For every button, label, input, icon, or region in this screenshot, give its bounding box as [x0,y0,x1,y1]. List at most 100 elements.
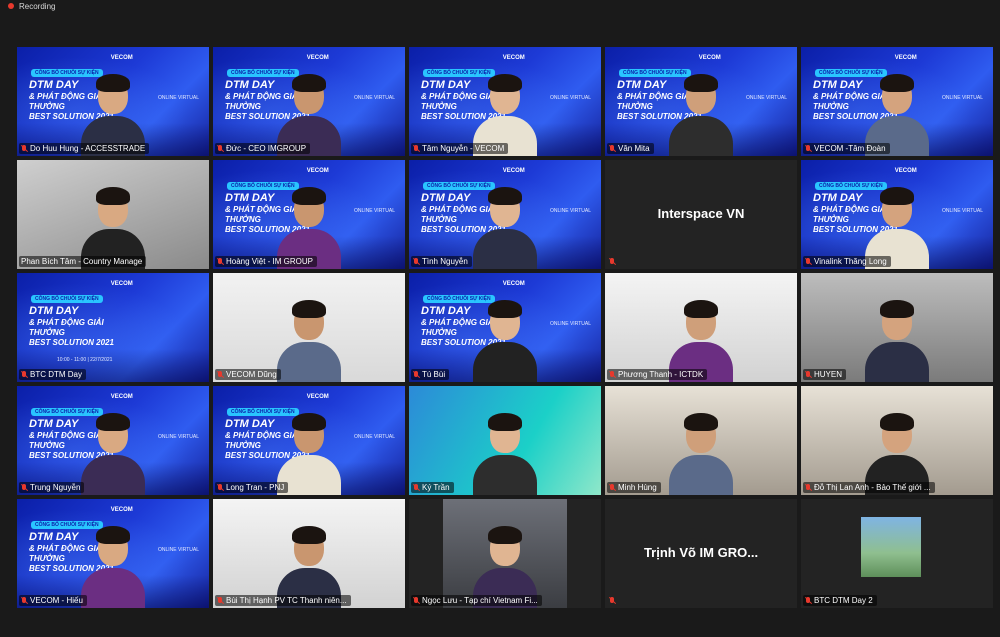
participant-name: BTC DTM Day 2 [814,596,873,605]
participant-figure [669,411,733,495]
banner-time: 10:00 - 11:00 | 22/7/2021 [57,357,113,363]
participant-name: Do Huu Hung - ACCESSTRADE [30,144,146,153]
participant-tile[interactable]: VECOM CÔNG BỐ CHUỖI SỰ KIỆN DTM DAY & PHÁT … [409,273,601,382]
muted-mic-icon [805,257,811,266]
recording-label: Recording [19,1,56,11]
muted-mic-icon [805,596,811,605]
banner-logo: VECOM [110,55,133,61]
banner-logo: VECOM [306,55,329,61]
banner-logo: VECOM [502,281,525,287]
participant-name: Bùi Thị Hạnh PV TC Thanh niên... [226,596,347,605]
muted-mic-icon [21,596,27,605]
muted-mic-icon [413,257,419,266]
muted-mic-icon [413,144,419,153]
participant-tile[interactable]: HUYEN [801,273,993,382]
participant-tile[interactable]: Interspace VN [605,160,797,269]
participant-figure [669,72,733,156]
muted-mic-icon [805,483,811,492]
recording-indicator: Recording [8,0,55,12]
banner-title-line2: & PHÁT ĐỘNG GIẢI THƯỞNG [29,318,104,337]
participant-name-tag: Trung Nguyễn [19,482,85,493]
muted-mic-icon [609,596,615,605]
muted-mic-icon [609,144,615,153]
participant-tile[interactable]: VECOM CÔNG BỐ CHUỖI SỰ KIỆN DTM DAY & PHÁT … [213,386,405,495]
participant-name-tag: Ngọc Lưu - Tạp chí Vietnam Fi... [411,595,542,606]
participant-tile[interactable]: VECOM CÔNG BỐ CHUỖI SỰ KIỆN DTM DAY & PHÁT … [801,160,993,269]
muted-mic-icon [217,370,223,379]
muted-mic-icon [413,483,419,492]
participant-tile[interactable]: VECOM Dũng [213,273,405,382]
participant-name: Trung Nguyễn [30,483,81,492]
muted-mic-icon [21,483,27,492]
participant-name: Phương Thanh - ICTDK [618,370,704,379]
participant-tile[interactable]: VECOM CÔNG BỐ CHUỖI SỰ KIỆN DTM DAY & PHÁT … [17,499,209,608]
banner-logo: VECOM [306,394,329,400]
banner-side-text: ONLINE VIRTUAL [353,95,395,101]
muted-mic-icon [217,596,223,605]
video-grid: VECOM CÔNG BỐ CHUỖI SỰ KIỆN DTM DAY & PHÁT … [17,47,993,608]
participant-name: Minh Hùng [618,483,657,492]
participant-tile[interactable]: VECOM CÔNG BỐ CHUỖI SỰ KIỆN DTM DAY & PHÁT … [213,47,405,156]
participant-tile[interactable]: Ký Trần [409,386,601,495]
participant-tile[interactable]: Phan Bích Tâm - Country Manage [17,160,209,269]
participant-name-tag: Minh Hùng [607,482,661,493]
participant-name: Vân Mita [618,144,650,153]
muted-mic-icon [217,257,223,266]
participant-tile[interactable]: VECOM CÔNG BỐ CHUỖI SỰ KIỆN DTM DAY & PHÁT … [409,47,601,156]
participant-tile[interactable]: VECOM CÔNG BỐ CHUỖI SỰ KIỆN DTM DAY & PHÁT … [605,47,797,156]
participant-name: Tâm Nguyễn - VECOM [422,144,505,153]
participant-name: BTC DTM Day [30,370,82,379]
participant-name: Đỗ Thị Lan Anh - Bảo Thế giới ... [814,483,931,492]
participant-name: Ngọc Lưu - Tạp chí Vietnam Fi... [422,596,538,605]
banner-logo: VECOM [110,507,133,513]
participant-tile[interactable]: VECOM CÔNG BỐ CHUỖI SỰ KIỆN DTM DAY & PHÁT … [409,160,601,269]
participant-tile[interactable]: VECOM CÔNG BỐ CHUỖI SỰ KIỆN DTM DAY & PHÁT … [17,273,209,382]
participant-name: Tú Bùi [422,370,446,379]
participant-name-tag: Long Tran - PNJ [215,482,289,493]
banner-side-text: ONLINE VIRTUAL [549,95,591,101]
participant-name-tag: Ký Trần [411,482,454,493]
muted-mic-icon [217,144,223,153]
muted-mic-icon [609,257,615,266]
participant-name: Long Tran - PNJ [226,483,285,492]
participant-name: Hoàng Việt - IM GROUP [226,257,313,266]
participant-display-name: Interspace VN [657,205,745,221]
participant-name: VECOM Dũng [226,370,277,379]
recording-dot-icon [8,3,14,9]
participant-name-tag: Tình Nguyễn [411,256,472,267]
banner-logo: VECOM [110,394,133,400]
muted-mic-icon [805,370,811,379]
muted-mic-icon [609,483,615,492]
participant-tile[interactable]: Trịnh Võ IM GRO... [605,499,797,608]
participant-tile[interactable]: Ngọc Lưu - Tạp chí Vietnam Fi... [409,499,601,608]
banner-side-text: ONLINE VIRTUAL [353,208,395,214]
participant-name: HUYEN [814,370,843,379]
banner-logo: VECOM [306,168,329,174]
banner-logo: VECOM [698,55,721,61]
muted-mic-icon [805,144,811,153]
participant-tile[interactable]: VECOM CÔNG BỐ CHUỖI SỰ KIỆN DTM DAY & PHÁT … [801,47,993,156]
banner-title-line3: BEST SOLUTION 2021 [29,338,114,347]
participant-name-tag: Tâm Nguyễn - VECOM [411,143,509,154]
participant-tile[interactable]: BTC DTM Day 2 [801,499,993,608]
participant-tile[interactable]: VECOM CÔNG BỐ CHUỖI SỰ KIỆN DTM DAY & PHÁT … [213,160,405,269]
participant-name: Phan Bích Tâm - Country Manage [21,257,143,266]
participant-tile[interactable]: Phương Thanh - ICTDK [605,273,797,382]
banner-side-text: ONLINE VIRTUAL [941,95,983,101]
banner-side-text: ONLINE VIRTUAL [549,321,591,327]
participant-tile[interactable]: VECOM CÔNG BỐ CHUỖI SỰ KIỆN DTM DAY & PHÁT … [17,386,209,495]
banner-logo: VECOM [502,55,525,61]
muted-mic-icon [609,370,615,379]
participant-tile[interactable]: Đỗ Thị Lan Anh - Bảo Thế giới ... [801,386,993,495]
participant-figure [473,298,537,382]
participant-name-tag: Tú Bùi [411,369,450,380]
participant-figure [81,411,145,495]
participant-figure [473,411,537,495]
banner-logo: VECOM [894,168,917,174]
participant-name-tag: Bùi Thị Hạnh PV TC Thanh niên... [215,595,351,606]
participant-name-tag: Phương Thanh - ICTDK [607,369,708,380]
participant-name: VECOM - Hiếu [30,596,83,605]
participant-tile[interactable]: VECOM CÔNG BỐ CHUỖI SỰ KIỆN DTM DAY & PHÁT … [17,47,209,156]
participant-tile[interactable]: Bùi Thị Hạnh PV TC Thanh niên... [213,499,405,608]
participant-tile[interactable]: Minh Hùng [605,386,797,495]
